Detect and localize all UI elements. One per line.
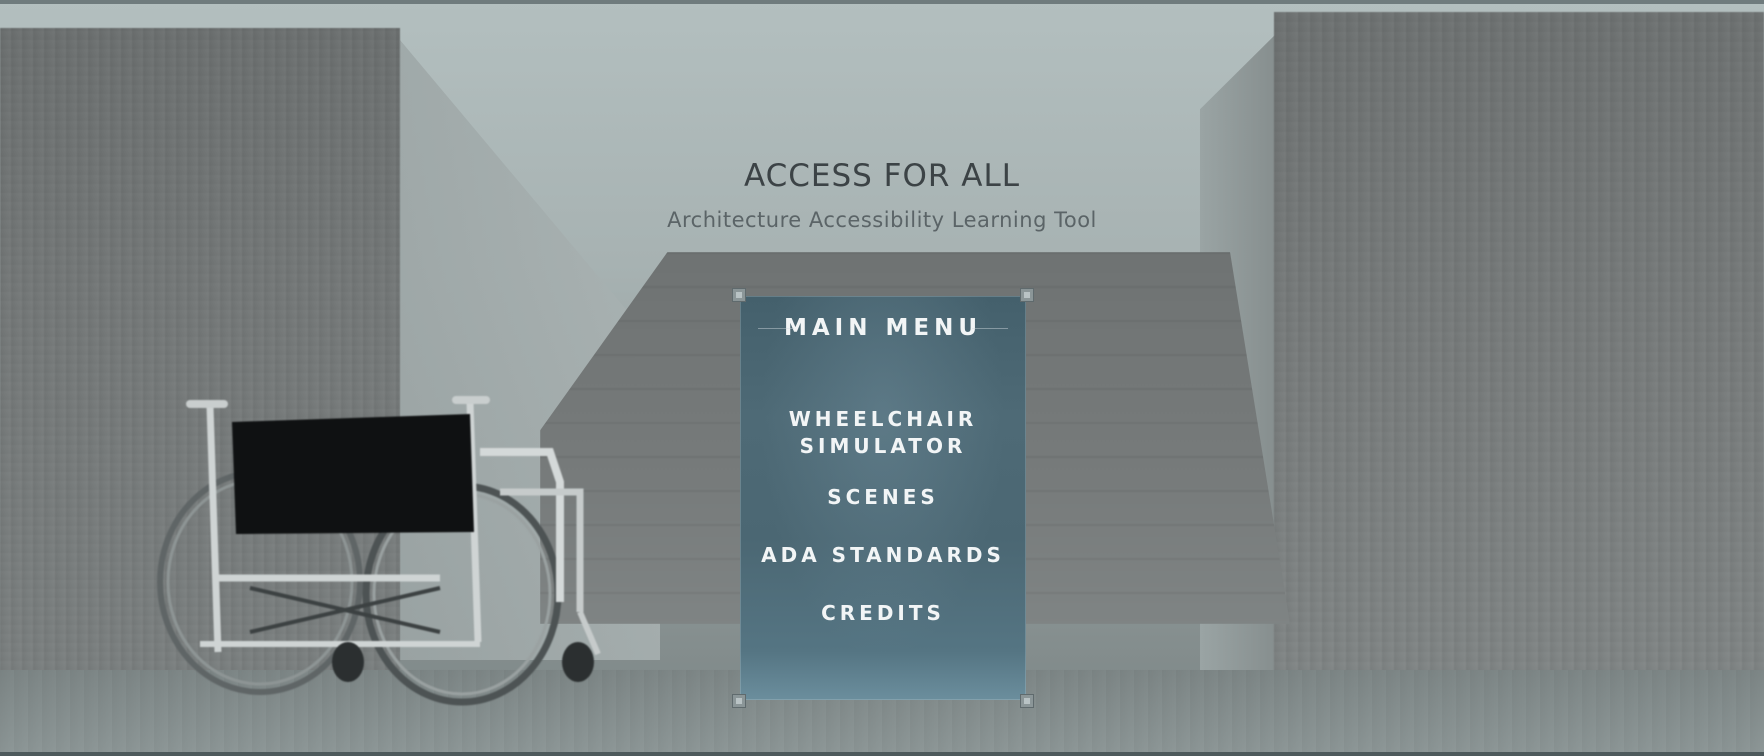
top-edge xyxy=(0,0,1764,4)
credits-button[interactable]: CREDITS xyxy=(821,600,945,627)
wheelchair-simulator-button[interactable]: WHEELCHAIR SIMULATOR xyxy=(783,406,983,460)
app-title: ACCESS FOR ALL xyxy=(743,158,1021,194)
corner-handle-top-left xyxy=(732,288,746,302)
menu-list: WHEELCHAIR SIMULATOR SCENES ADA STANDARD… xyxy=(740,406,1026,627)
corner-handle-bottom-left xyxy=(732,694,746,708)
wheelchair-icon xyxy=(157,396,601,706)
menu-heading-row: MAIN MENU xyxy=(740,310,1026,346)
right-concrete-wall xyxy=(1274,12,1764,702)
ada-standards-button[interactable]: ADA STANDARDS xyxy=(761,542,1005,569)
menu-heading: MAIN MENU xyxy=(783,315,983,341)
scenes-button[interactable]: SCENES xyxy=(827,484,939,511)
heading-rule-right xyxy=(972,328,1008,329)
app-subtitle: Architecture Accessibility Learning Tool xyxy=(667,208,1097,232)
bottom-edge xyxy=(0,752,1764,756)
main-menu-panel: MAIN MENU WHEELCHAIR SIMULATOR SCENES AD… xyxy=(732,288,1034,708)
corner-handle-bottom-right xyxy=(1020,694,1034,708)
corner-handle-top-right xyxy=(1020,288,1034,302)
heading-rule-left xyxy=(758,328,794,329)
